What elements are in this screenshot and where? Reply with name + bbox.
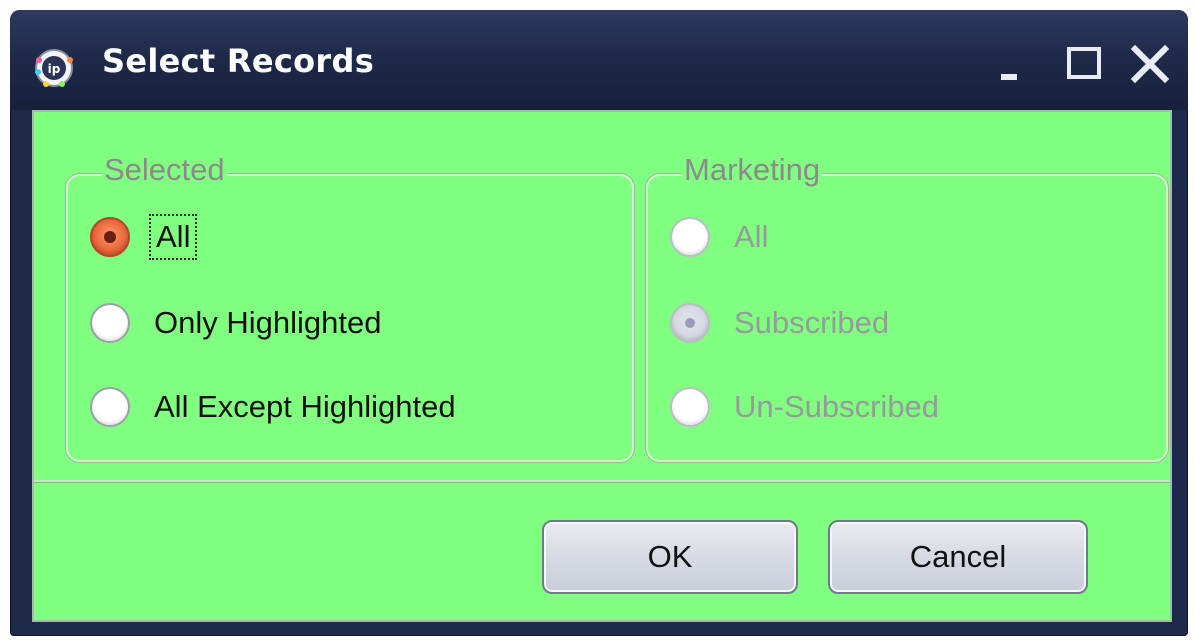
cancel-button[interactable]: Cancel — [828, 520, 1088, 594]
radio-label: All — [734, 219, 769, 254]
radio-button[interactable] — [90, 303, 130, 343]
radio-label: Subscribed — [734, 305, 890, 340]
minimize-icon[interactable] — [995, 44, 1035, 84]
marketing-group: Marketing All Subscribed Un-Subscribed — [646, 152, 1168, 462]
svg-text:ip: ip — [48, 62, 61, 76]
selected-group: Selected All Only Highlighted All Except… — [66, 152, 634, 462]
radio-marketing-unsubscribed: Un-Subscribed — [670, 384, 939, 430]
radio-only-highlighted[interactable]: Only Highlighted — [90, 300, 381, 346]
radio-label: Only Highlighted — [154, 305, 382, 340]
radio-button-disabled — [670, 387, 710, 427]
divider — [34, 480, 1170, 483]
radio-label: Un-Subscribed — [734, 389, 940, 424]
window-title: Select Records — [102, 42, 375, 80]
selected-group-legend: Selected — [102, 152, 227, 188]
app-logo-icon: ip — [35, 49, 73, 87]
title-bar[interactable]: ip Select Records — [10, 10, 1188, 110]
radio-label: All Except Highlighted — [154, 389, 456, 424]
maximize-icon[interactable] — [1065, 44, 1105, 84]
radio-label: All — [148, 214, 198, 260]
radio-marketing-all: All — [670, 214, 768, 260]
radio-selected-all[interactable]: All — [90, 214, 198, 260]
radio-marketing-subscribed: Subscribed — [670, 300, 889, 346]
radio-button-checked[interactable] — [90, 217, 130, 257]
marketing-group-legend: Marketing — [682, 152, 823, 188]
radio-button[interactable] — [90, 387, 130, 427]
close-icon[interactable] — [1130, 44, 1170, 84]
select-records-dialog: ip Select Records Selected All Only High… — [10, 10, 1188, 636]
dialog-client-area: Selected All Only Highlighted All Except… — [32, 110, 1172, 622]
radio-all-except-highlighted[interactable]: All Except Highlighted — [90, 384, 456, 430]
radio-button-disabled-checked — [670, 303, 710, 343]
radio-button-disabled — [670, 217, 710, 257]
ok-button[interactable]: OK — [542, 520, 798, 594]
